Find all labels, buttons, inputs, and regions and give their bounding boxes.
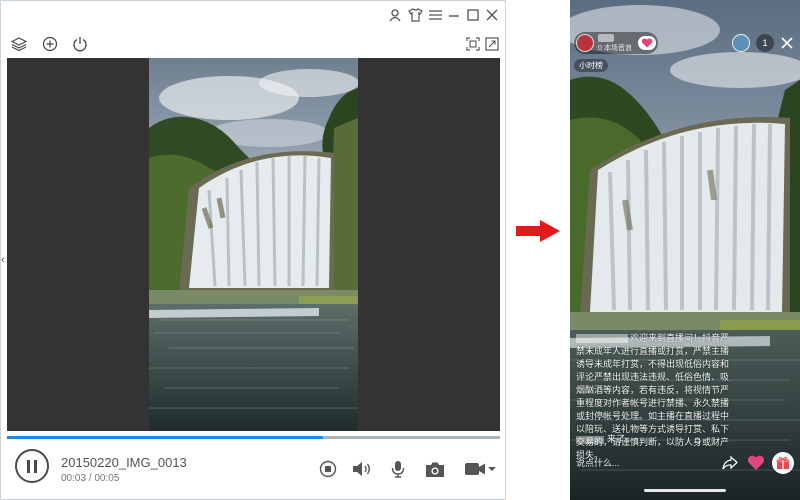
fullscreen-icon[interactable] [483, 35, 501, 53]
pause-button[interactable] [15, 449, 49, 483]
playback-time: 00:03 / 00:05 [61, 473, 120, 484]
file-name: 20150220_IMG_0013 [61, 455, 187, 470]
notice-heading-blurred [576, 334, 628, 344]
follow-button[interactable] [638, 36, 656, 50]
power-icon[interactable] [71, 35, 89, 53]
video-player-window: ‹ 20150220_IMG_0013 00:03 / 00:05 [0, 0, 506, 500]
volume-button[interactable] [351, 458, 373, 480]
host-info-pill[interactable]: 0 本场音浪 [574, 32, 658, 54]
video-frame[interactable] [149, 58, 358, 431]
add-icon[interactable] [41, 35, 59, 53]
home-indicator [644, 489, 726, 492]
stop-button[interactable] [317, 458, 339, 480]
comment-input[interactable]: 说点什么... [576, 454, 716, 472]
join-text: 来了 [607, 434, 626, 444]
user-icon[interactable] [387, 7, 403, 23]
stop-icon [319, 460, 337, 478]
join-message: 来了 [576, 432, 625, 445]
camera-icon [426, 462, 444, 477]
join-username-blurred [576, 435, 604, 444]
microphone-icon [391, 461, 405, 478]
viewer-count[interactable]: 1 [756, 34, 774, 52]
maximize-icon[interactable] [465, 7, 481, 23]
avatar[interactable] [576, 34, 594, 52]
screenshot-frame-icon[interactable] [464, 35, 482, 53]
microphone-button[interactable] [387, 458, 409, 480]
skin-icon[interactable] [407, 7, 423, 23]
menu-icon[interactable] [427, 7, 443, 23]
hour-rank-badge[interactable]: 小时榜 [574, 59, 608, 72]
waterfall-image [149, 58, 358, 431]
host-name-blurred [598, 34, 614, 42]
transition-arrow [514, 219, 562, 243]
record-button[interactable] [463, 458, 497, 480]
volume-icon [353, 462, 370, 476]
gift-icon [776, 456, 790, 469]
close-icon[interactable] [778, 34, 796, 52]
like-icon[interactable] [746, 453, 766, 473]
progress-bar[interactable] [7, 436, 500, 439]
viewer-avatar[interactable] [732, 34, 750, 52]
minimize-icon[interactable] [446, 7, 462, 23]
close-icon[interactable] [484, 7, 500, 23]
video-record-icon [465, 463, 496, 475]
host-subtitle: 0 本场音浪 [598, 45, 632, 52]
live-stream-phone-view: 0 本场音浪 小时榜 1 欢迎来到直播间！抖音严禁未成年人进行直播或打赏，严禁主… [570, 0, 800, 500]
layers-icon[interactable] [10, 35, 28, 53]
heart-icon [641, 38, 653, 48]
snapshot-button[interactable] [424, 458, 446, 480]
progress-fill [7, 436, 323, 439]
gift-button[interactable] [772, 452, 794, 474]
share-icon[interactable] [720, 453, 740, 473]
